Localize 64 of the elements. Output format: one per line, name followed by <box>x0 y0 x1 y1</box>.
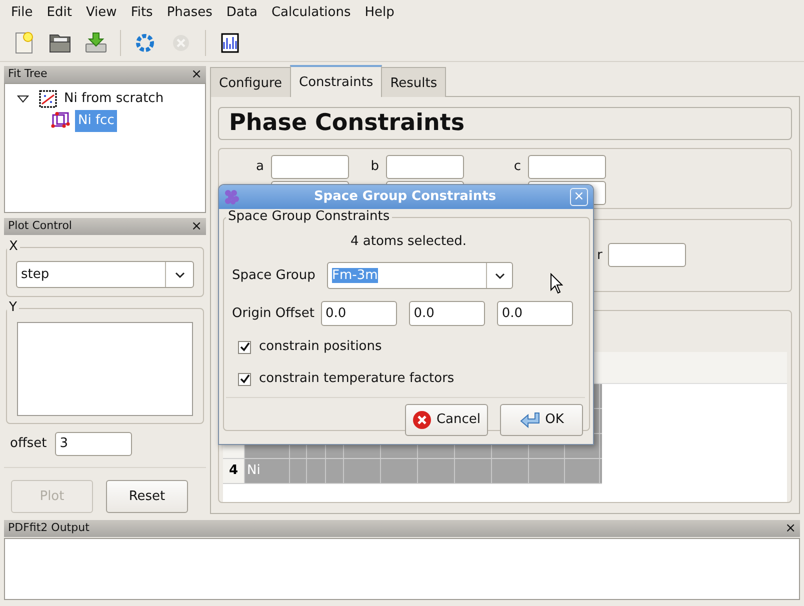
chevron-icon <box>494 272 506 280</box>
checkbox[interactable] <box>238 372 251 386</box>
menu-item[interactable]: Phases <box>160 0 220 26</box>
chevron-icon <box>174 270 186 278</box>
crystal-icon <box>51 112 71 130</box>
grapes-icon <box>224 189 240 205</box>
window-title: Space Group Constraints <box>314 188 496 206</box>
close-button[interactable]: × <box>785 522 796 535</box>
x-axis-dropdown[interactable]: step <box>16 261 194 288</box>
pointer-icon <box>550 273 563 294</box>
return-arrow-icon <box>519 411 542 429</box>
field-label: Origin Offset <box>232 304 316 323</box>
reset-button[interactable]: Reset <box>106 480 188 513</box>
input-field[interactable] <box>271 155 349 179</box>
gear-icon <box>135 33 155 53</box>
collapse-arrow-icon[interactable] <box>17 95 29 103</box>
close-button[interactable]: × <box>191 220 202 233</box>
folder-icon <box>48 32 72 54</box>
tab[interactable]: Results <box>381 67 446 97</box>
y-axis-list[interactable] <box>17 322 193 416</box>
cancel-button[interactable]: Cancel <box>405 404 488 436</box>
menu-item[interactable]: Data <box>219 0 264 26</box>
input-field[interactable] <box>528 155 606 179</box>
row-header: 4 <box>223 459 245 483</box>
field-label: Space Group <box>232 266 316 285</box>
new-file-icon <box>13 31 35 55</box>
input-field[interactable]: 0.0 <box>320 301 397 326</box>
input-field[interactable] <box>608 243 686 268</box>
menu-item[interactable]: Edit <box>40 0 79 26</box>
download-icon <box>84 32 108 54</box>
input-field[interactable]: 0.0 <box>408 301 485 326</box>
field-label: r <box>597 246 602 265</box>
input-field[interactable]: 0.0 <box>496 301 573 326</box>
close-button[interactable]: × <box>191 68 202 81</box>
tab[interactable]: Configure <box>210 67 292 97</box>
status-text: 4 atoms selected. <box>350 233 466 252</box>
offset-field[interactable]: 3 <box>54 432 132 456</box>
field-label: a <box>256 159 264 174</box>
menu-item[interactable]: File <box>4 0 40 26</box>
checkbox-label: constrain positions <box>259 338 382 356</box>
ok-button[interactable]: OK <box>500 404 583 436</box>
chart-icon <box>39 90 57 108</box>
field-label: b <box>370 159 379 174</box>
checkbox[interactable] <box>238 340 251 354</box>
cancel-icon <box>412 410 432 430</box>
section-heading: Phase Constraints <box>218 107 792 140</box>
panel-title: PDFfit2 Output <box>8 520 90 536</box>
panel-title: Fit Tree <box>8 66 48 82</box>
stop-icon <box>171 33 191 53</box>
menu-item[interactable]: View <box>78 0 124 26</box>
group-title: Space Group Constraints <box>226 209 392 225</box>
chart-icon <box>221 33 239 53</box>
field-label: offset <box>10 435 47 454</box>
table-cell-text: Ni <box>246 463 260 478</box>
tab[interactable]: Constraints <box>290 65 382 97</box>
menu-item[interactable]: Help <box>358 0 402 26</box>
plot-button: Plot <box>11 480 93 513</box>
menu-item[interactable]: Calculations <box>264 0 358 26</box>
tree-item[interactable]: Ni from scratch <box>61 88 167 110</box>
panel-title: Plot Control <box>8 218 72 234</box>
input-field[interactable] <box>386 155 464 179</box>
field-label: c <box>514 159 521 174</box>
menu-item[interactable]: Fits <box>124 0 160 26</box>
checkbox-label: constrain temperature factors <box>259 370 454 388</box>
